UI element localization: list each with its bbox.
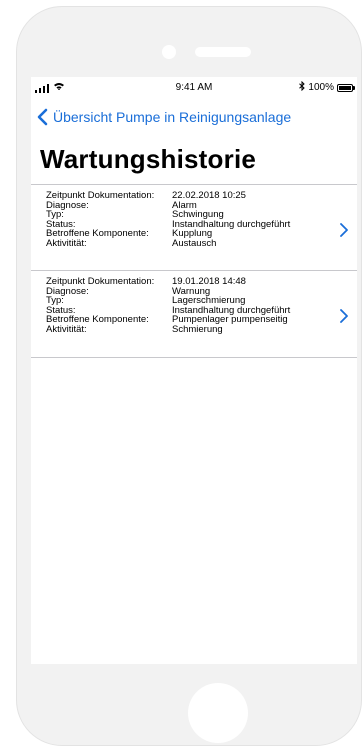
chevron-left-icon	[37, 108, 48, 126]
battery-group: 100%	[299, 80, 355, 94]
back-button[interactable]: Übersicht Pumpe in Reinigungsanlage	[35, 107, 291, 127]
home-button[interactable]	[188, 683, 248, 743]
chevron-right-icon	[340, 223, 348, 237]
bluetooth-icon	[299, 80, 306, 94]
field-value: Schmierung	[172, 323, 223, 335]
list-item[interactable]: Zeitpunkt Dokumentation: 19.01.2018 14:48…	[31, 277, 357, 356]
battery-percent: 100%	[308, 82, 334, 93]
field-value: 22.02.2018 10:25	[172, 190, 246, 201]
list-item[interactable]: Zeitpunkt Dokumentation: 22.02.2018 10:25…	[31, 191, 357, 270]
field-value: Austausch	[172, 237, 217, 249]
camera-icon	[162, 45, 176, 59]
divider	[31, 184, 357, 185]
field-label: Aktivitität:	[46, 323, 87, 335]
status-bar: 9:41 AM 100%	[31, 77, 357, 97]
divider	[31, 270, 357, 271]
screen: 9:41 AM 100% Übersicht Pumpe in Reinigun…	[31, 77, 357, 664]
page-title: Wartungshistorie	[40, 144, 257, 174]
chevron-right-icon	[340, 309, 348, 323]
divider	[31, 357, 357, 358]
back-button-label: Übersicht Pumpe in Reinigungsanlage	[53, 109, 292, 125]
field-label: Aktivitität:	[46, 237, 87, 249]
speaker-grille	[195, 47, 251, 57]
battery-icon	[337, 83, 355, 92]
